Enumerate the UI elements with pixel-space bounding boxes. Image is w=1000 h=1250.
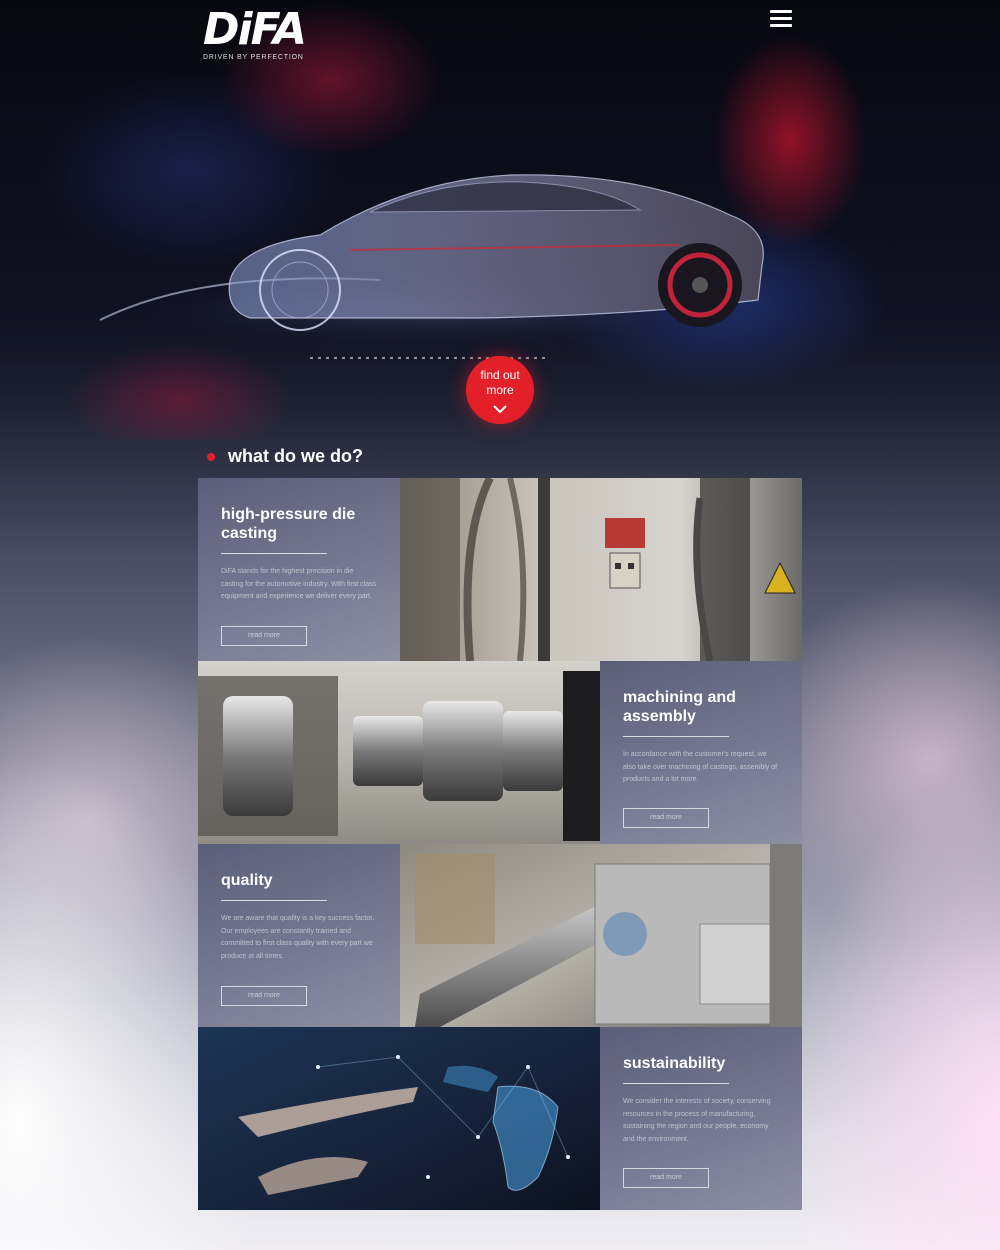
logo-wordmark: DiFA — [203, 4, 307, 55]
divider — [221, 900, 327, 901]
sports-car-illustration — [99, 174, 770, 359]
divider — [623, 1083, 729, 1084]
quality-inspection-photo — [400, 844, 802, 1027]
hero-banner: DiFA DRIVEN BY PERFECTION find out more — [0, 0, 1000, 440]
service-title: quality — [221, 872, 273, 889]
chevron-down-icon — [493, 405, 507, 414]
service-tile-sustainability: sustainability We consider the interests… — [198, 1027, 802, 1210]
hamburger-menu-icon[interactable] — [770, 10, 792, 30]
service-panel: sustainability We consider the interests… — [600, 1027, 802, 1210]
digital-globe-hand-photo — [198, 1027, 600, 1210]
service-tile-machining: machining and assembly In accordance wit… — [198, 661, 802, 844]
section-heading: what do we do? — [207, 446, 363, 467]
section-title: what do we do? — [228, 446, 363, 466]
service-tile-die-casting: high-pressure die casting DiFA stands fo… — [198, 478, 802, 661]
service-title: sustainability — [623, 1055, 726, 1072]
service-panel: high-pressure die casting DiFA stands fo… — [198, 478, 400, 661]
machined-part-photo — [198, 661, 600, 844]
read-more-button[interactable]: read more — [623, 1168, 709, 1188]
find-out-more-button[interactable]: find out more — [466, 356, 534, 424]
service-description: We are aware that quality is a key succe… — [221, 915, 375, 960]
find-out-more-label: find out more — [480, 368, 520, 397]
divider — [623, 736, 729, 737]
service-panel: machining and assembly In accordance wit… — [600, 661, 802, 844]
read-more-button[interactable]: read more — [221, 626, 307, 646]
service-panel: quality We are aware that quality is a k… — [198, 844, 400, 1027]
die-casting-machine-photo — [400, 478, 802, 661]
service-description: In accordance with the customer's reques… — [623, 751, 778, 783]
service-description: DiFA stands for the highest precision in… — [221, 568, 377, 600]
service-description: We consider the interests of society, co… — [623, 1098, 771, 1143]
logo-tagline: DRIVEN BY PERFECTION — [203, 54, 304, 61]
service-tile-quality: quality We are aware that quality is a k… — [198, 844, 802, 1027]
divider — [221, 553, 327, 554]
services-grid: high-pressure die casting DiFA stands fo… — [198, 478, 802, 1210]
read-more-button[interactable]: read more — [221, 986, 307, 1006]
logo[interactable]: DiFA DRIVEN BY PERFECTION — [203, 8, 313, 68]
bullet-dot-icon — [207, 452, 215, 461]
read-more-button[interactable]: read more — [623, 808, 709, 828]
service-title: high-pressure die casting — [221, 506, 356, 542]
service-title: machining and assembly — [623, 689, 736, 725]
